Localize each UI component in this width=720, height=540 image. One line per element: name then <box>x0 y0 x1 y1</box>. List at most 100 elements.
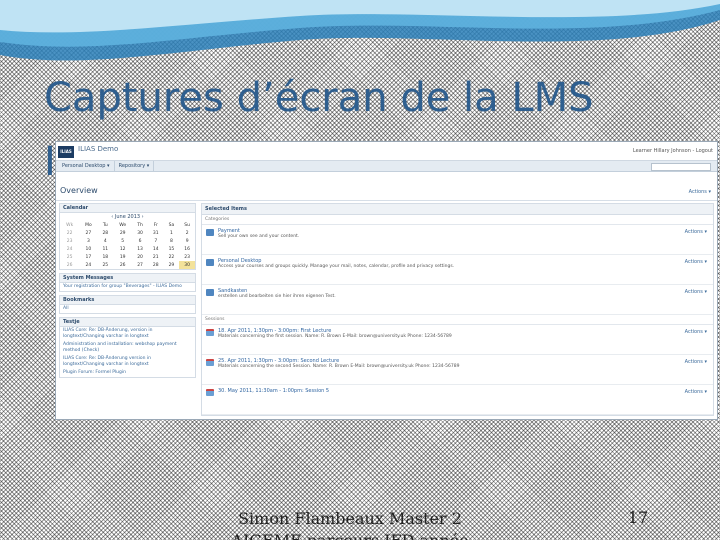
calendar-day[interactable]: 16 <box>179 245 195 253</box>
item-actions[interactable]: Actions ▾ <box>685 329 707 335</box>
calendar-day[interactable]: 21 <box>148 253 164 261</box>
calendar-day[interactable]: 18 <box>97 253 113 261</box>
calendar-title: Calendar <box>60 204 195 213</box>
footer-line1: Simon Flambeaux Master 2 <box>238 509 462 528</box>
calendar-day[interactable]: 2 <box>179 229 195 237</box>
test-item[interactable]: ILIAS Core: Re: DB-Änderung, version in … <box>60 327 195 341</box>
calendar-day[interactable]: 13 <box>132 245 148 253</box>
weekday: Wk <box>66 222 74 228</box>
tests-panel: Testje ILIAS Core: Re: DB-Änderung, vers… <box>59 317 196 378</box>
calendar-day[interactable]: 24 <box>79 261 97 269</box>
calendar-day[interactable]: 23 <box>179 253 195 261</box>
session-name[interactable]: 30. May 2011, 11:30am - 1:00pm: Session … <box>218 388 710 394</box>
page-number: 17 <box>627 508 649 527</box>
category-desc: Sell your own see and your content. <box>218 234 300 239</box>
calendar-day[interactable]: 29 <box>113 229 132 237</box>
calendar-day[interactable]: 29 <box>164 261 180 269</box>
item-actions[interactable]: Actions ▾ <box>685 259 707 265</box>
session-item: 30. May 2011, 11:30am - 1:00pm: Session … <box>202 385 713 415</box>
bookmarks-title: Bookmarks <box>60 296 195 305</box>
calendar-day-today[interactable]: 30 <box>179 261 195 269</box>
week-number: 23 <box>66 238 73 244</box>
tests-title: Testje <box>60 318 195 327</box>
calendar-day[interactable]: 25 <box>97 261 113 269</box>
calendar-month[interactable]: ‹ June 2013 › <box>60 213 195 221</box>
selected-items-panel: Selected Items Categories Payment Sell y… <box>201 203 714 416</box>
categories-label: Categories <box>202 215 713 225</box>
calendar-day[interactable]: 27 <box>79 229 97 237</box>
calendar-day[interactable]: 22 <box>164 253 180 261</box>
calendar-day[interactable]: 10 <box>79 245 97 253</box>
calendar-day[interactable]: 9 <box>179 237 195 245</box>
calendar-day[interactable]: 7 <box>148 237 164 245</box>
weekday: Su <box>184 222 190 228</box>
category-item: Payment Sell your own see and your conte… <box>202 225 713 255</box>
calendar-day[interactable]: 28 <box>97 229 113 237</box>
lms-topbar: ILIAS ILIAS Demo Learner Hillary Johnson… <box>56 142 717 161</box>
calendar-icon <box>206 389 214 396</box>
calendar-day[interactable]: 26 <box>113 261 132 269</box>
calendar-panel: Calendar ‹ June 2013 › Wk Mo Tu We Th Fr… <box>59 203 196 270</box>
folder-icon <box>206 229 214 236</box>
calendar-day[interactable]: 3 <box>79 237 97 245</box>
calendar-day[interactable]: 6 <box>132 237 148 245</box>
slide-footer: Simon Flambeaux Master 2 AIGEME parcours… <box>190 508 510 540</box>
item-actions[interactable]: Actions ▾ <box>685 359 707 365</box>
calendar-day[interactable]: 12 <box>113 245 132 253</box>
item-actions[interactable]: Actions ▾ <box>685 289 707 295</box>
calendar-day[interactable]: 20 <box>132 253 148 261</box>
folder-icon <box>206 289 214 296</box>
menu-personal-desktop[interactable]: Personal Desktop ▾ <box>58 161 115 171</box>
selected-items-column: Selected Items Categories Payment Sell y… <box>201 203 714 419</box>
calendar-day[interactable]: 14 <box>148 245 164 253</box>
calendar-grid: Wk Mo Tu We Th Fr Sa Su 22 27 28 29 30 3… <box>60 221 195 269</box>
calendar-day[interactable]: 30 <box>132 229 148 237</box>
weekday: We <box>119 222 127 228</box>
calendar-day[interactable]: 19 <box>113 253 132 261</box>
slide-title-line1: Captures d’écran de la LMS <box>44 75 594 121</box>
weekday: Tu <box>102 222 108 228</box>
calendar-day[interactable]: 17 <box>79 253 97 261</box>
bookmarks-panel: Bookmarks All <box>59 295 196 314</box>
calendar-icon <box>206 359 214 366</box>
bookmark-link[interactable]: All <box>60 305 195 313</box>
calendar-day[interactable]: 27 <box>132 261 148 269</box>
session-desc: Materials concerning the second Session.… <box>218 364 460 369</box>
menu-repository[interactable]: Repository ▾ <box>115 161 155 171</box>
calendar-day[interactable]: 11 <box>97 245 113 253</box>
lms-brand: ILIAS Demo <box>78 145 119 153</box>
overview-header: Overview Actions ▾ <box>56 172 717 201</box>
session-item: 25. Apr 2011, 1:30pm - 3:00pm: Second Le… <box>202 355 713 385</box>
search-input[interactable] <box>651 163 711 171</box>
overview-title: Overview <box>60 186 98 195</box>
calendar-day[interactable]: 15 <box>164 245 180 253</box>
test-item[interactable]: Plugin Forum: Formel Plugin <box>60 369 195 377</box>
footer-line2: AIGEME parcours IFD année <box>190 530 510 540</box>
overview-actions[interactable]: Actions ▾ <box>689 189 711 195</box>
selected-items-title: Selected Items <box>202 204 713 215</box>
user-status[interactable]: Learner Hillary Johnson - Logout <box>633 148 713 154</box>
session-item: 18. Apr 2011, 1:30pm - 3:00pm: First Lec… <box>202 325 713 355</box>
test-item[interactable]: Administration and installation: webshop… <box>60 341 195 355</box>
calendar-day[interactable]: 1 <box>164 229 180 237</box>
calendar-day[interactable]: 31 <box>148 229 164 237</box>
week-number: 24 <box>66 246 73 252</box>
weekday: Th <box>137 222 143 228</box>
lms-main-menu: Personal Desktop ▾ Repository ▾ <box>56 161 717 172</box>
calendar-day[interactable]: 8 <box>164 237 180 245</box>
system-messages-title: System Messages <box>60 274 195 283</box>
sessions-label: Sessions <box>202 315 713 325</box>
system-messages-panel: System Messages Your registration for gr… <box>59 273 196 292</box>
week-number: 26 <box>66 262 73 268</box>
calendar-day[interactable]: 5 <box>113 237 132 245</box>
category-item: Sandkasten erstellen und bearbeiten sie … <box>202 285 713 315</box>
calendar-day[interactable]: 28 <box>148 261 164 269</box>
calendar-day[interactable]: 4 <box>97 237 113 245</box>
item-actions[interactable]: Actions ▾ <box>685 229 707 235</box>
folder-icon <box>206 259 214 266</box>
test-item[interactable]: ILIAS Core: Re: DB-Änderung version in l… <box>60 355 195 369</box>
item-actions[interactable]: Actions ▾ <box>685 389 707 395</box>
session-desc: Materials concerning the first session. … <box>218 334 452 339</box>
category-item: Personal Desktop Access your courses and… <box>202 255 713 285</box>
system-message-link[interactable]: Your registration for group "Beverages" … <box>60 283 195 291</box>
